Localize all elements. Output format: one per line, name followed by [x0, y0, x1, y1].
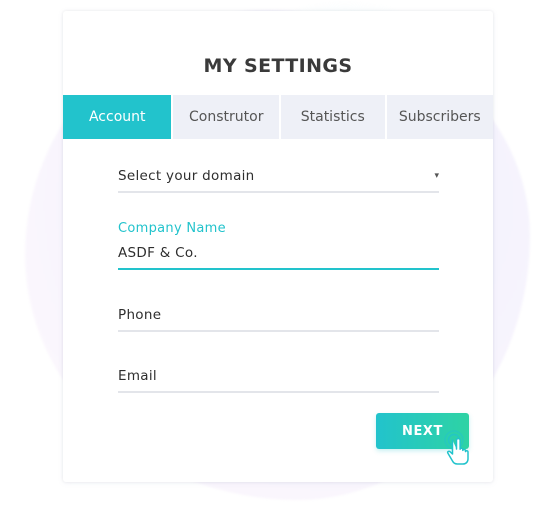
email-field[interactable]: Email [118, 366, 439, 393]
domain-select-placeholder: Select your domain [118, 168, 255, 184]
caret-down-icon: ▾ [434, 171, 439, 181]
tab-construtor[interactable]: Construtor [173, 95, 279, 139]
page-title: MY SETTINGS [203, 55, 353, 77]
domain-underline [118, 191, 439, 193]
tab-statistics[interactable]: Statistics [280, 95, 385, 139]
settings-card: MY SETTINGS Account Construtor Statistic… [63, 11, 493, 482]
company-name-underline [118, 268, 439, 270]
tab-bar: Account Construtor Statistics Subscriber… [63, 95, 493, 139]
phone-field[interactable]: Phone [118, 305, 439, 332]
tab-subscribers[interactable]: Subscribers [386, 95, 493, 139]
phone-underline [118, 330, 439, 332]
hand-pointer-icon [444, 430, 469, 465]
domain-select[interactable]: Select your domain ▾ [118, 165, 439, 193]
company-name-field[interactable]: Company Name ASDF & Co. [118, 221, 439, 270]
company-name-value: ASDF & Co. [118, 245, 198, 261]
email-placeholder: Email [118, 368, 157, 384]
tab-account[interactable]: Account [63, 95, 172, 139]
phone-placeholder: Phone [118, 307, 162, 323]
company-name-label: Company Name [118, 221, 226, 236]
email-underline [118, 391, 439, 393]
